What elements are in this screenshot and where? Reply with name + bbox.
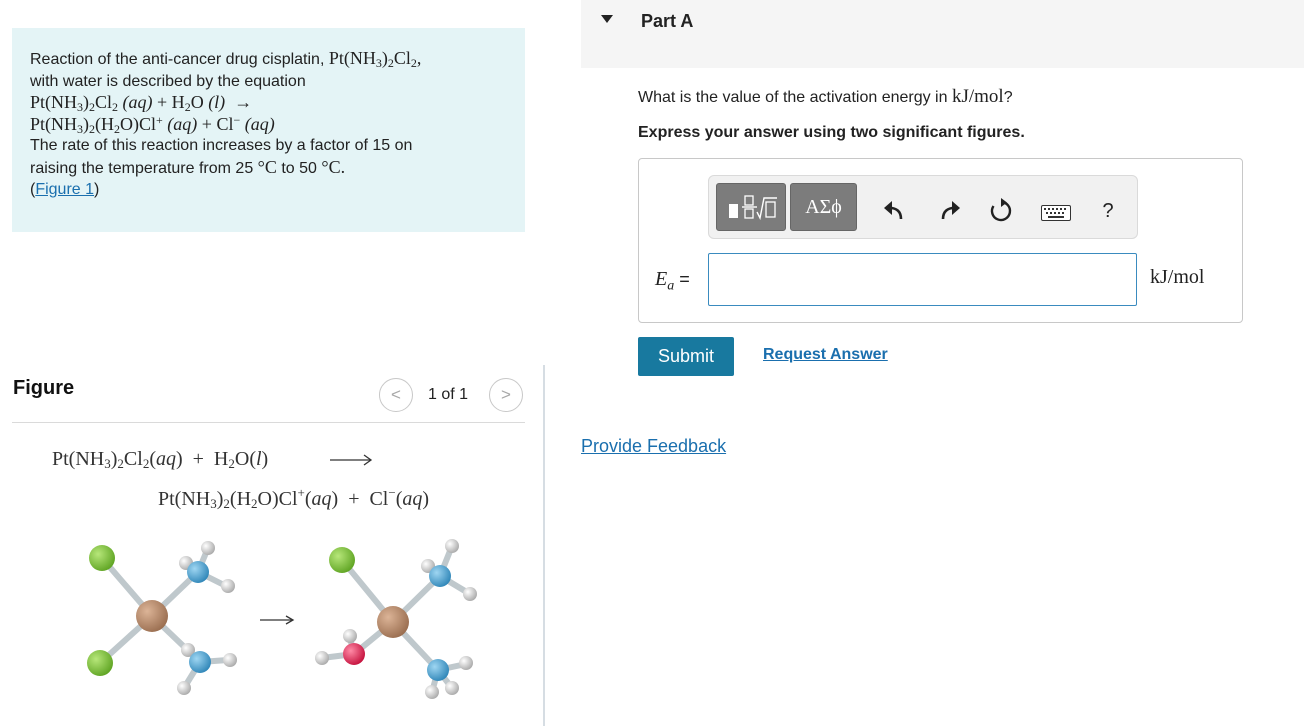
figure-reference: (Figure 1) <box>30 181 100 198</box>
equation-reactants: Pt(NH3)2Cl2 (aq) + H2O (l) → <box>30 92 253 114</box>
figure-equation-products: Pt(NH3)2(H2O)Cl+(aq) + Cl−(aq) <box>158 485 430 511</box>
temp-unit-2: °C <box>321 156 341 177</box>
question-text: What is the value of the activation ener… <box>638 86 1013 108</box>
provide-feedback-link[interactable]: Provide Feedback <box>581 436 726 457</box>
column-divider <box>543 365 545 726</box>
unit-label: kJ/mol <box>1150 266 1205 288</box>
redo-icon[interactable] <box>937 198 963 224</box>
rate-text-part: raising the temperature from 25 <box>30 159 258 177</box>
collapse-caret-icon[interactable] <box>601 15 613 23</box>
answer-input[interactable] <box>708 253 1137 306</box>
previous-figure-button[interactable]: < <box>379 378 413 412</box>
undo-icon[interactable] <box>881 198 907 224</box>
figure-equation-reactants: Pt(NH3)2Cl2(aq) + H2O(l) <box>52 448 269 471</box>
instruction-text: Express your answer using two significan… <box>638 124 1025 141</box>
next-figure-button[interactable]: > <box>489 378 523 412</box>
ea-label: Ea = <box>655 268 690 294</box>
molecule-illustration <box>87 539 477 699</box>
rate-text-line-1: The rate of this reaction increases by a… <box>30 137 413 154</box>
problem-intro-text: Reaction of the anti-cancer drug cisplat… <box>30 51 329 68</box>
temp-unit-1: °C <box>257 156 277 177</box>
templates-icon <box>729 195 777 221</box>
reaction-arrow-icon <box>330 454 373 466</box>
keyboard-icon[interactable] <box>1041 205 1071 221</box>
request-answer-link[interactable]: Request Answer <box>763 346 888 364</box>
question-mark: ? <box>1003 89 1013 106</box>
problem-intro-line-2: with water is described by the equation <box>30 72 306 90</box>
rate-text-line-2: raising the temperature from 25 °C to 50… <box>30 157 507 180</box>
question-text-main: What is the value of the activation ener… <box>638 89 952 106</box>
problem-intro-line: Reaction of the anti-cancer drug cisplat… <box>30 48 507 71</box>
figure-divider <box>12 422 525 423</box>
figure-count: 1 of 1 <box>428 386 469 403</box>
templates-button[interactable] <box>716 183 786 231</box>
figure-title: Figure <box>13 377 75 399</box>
figure-link[interactable]: Figure 1 <box>35 181 94 198</box>
question-unit: kJ/mol <box>951 86 1004 107</box>
symbols-button[interactable]: ΑΣϕ <box>790 183 857 231</box>
part-title: Part A <box>641 11 694 31</box>
reset-icon[interactable] <box>988 198 1014 224</box>
rate-text-part-2: to 50 <box>276 159 322 177</box>
submit-button[interactable]: Submit <box>638 337 734 376</box>
period: . <box>340 156 346 177</box>
equation-products: Pt(NH3)2(H2O)Cl+ (aq) + Cl− (aq) <box>30 112 275 136</box>
left-panel: Reaction of the anti-cancer drug cisplat… <box>0 0 538 726</box>
cisplatin-formula: Pt(NH3)2Cl2, <box>328 48 422 70</box>
help-icon[interactable]: ? <box>1095 198 1121 224</box>
problem-statement: Reaction of the anti-cancer drug cisplat… <box>12 28 525 232</box>
transform-arrow-icon <box>260 615 295 625</box>
ea-equals: = <box>674 269 690 289</box>
